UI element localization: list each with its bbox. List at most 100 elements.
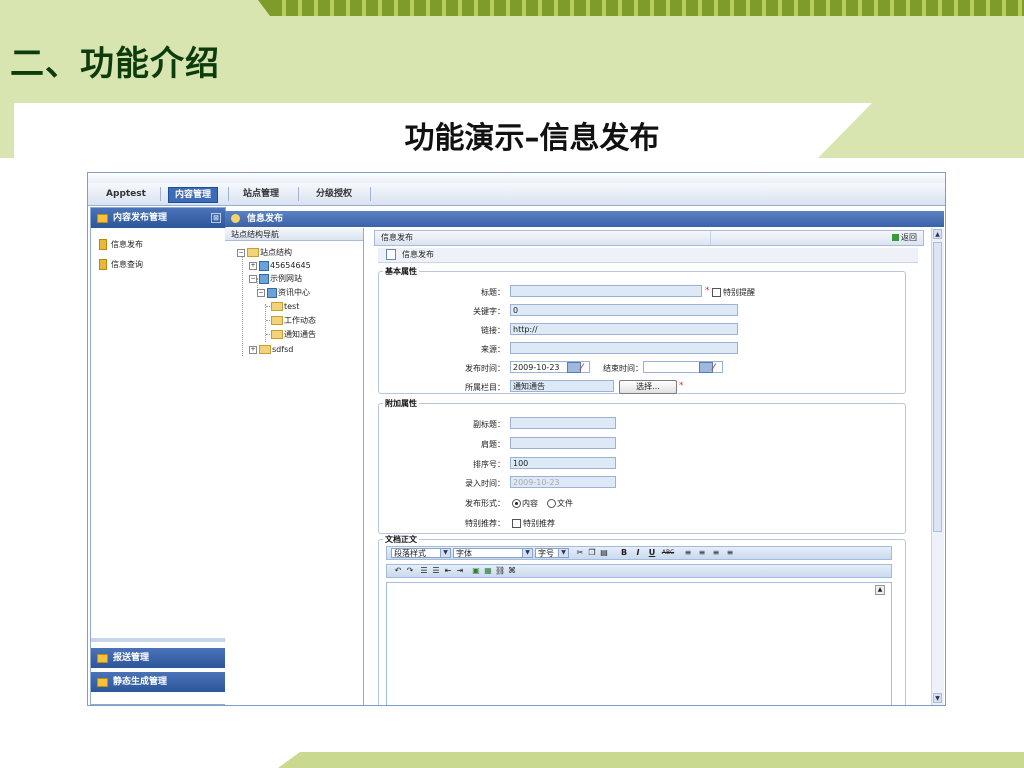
font-size-select[interactable]: 字号 ▼: [535, 548, 569, 558]
scrollbar-thumb[interactable]: [933, 242, 942, 532]
site-icon: [267, 287, 277, 298]
tree-node-column[interactable]: 通知通告: [271, 329, 316, 340]
nav-tab-site-management[interactable]: 站点管理: [236, 187, 286, 201]
site-icon: [259, 273, 269, 284]
publish-form-label: 发布形式：: [465, 499, 505, 508]
paragraph-style-select[interactable]: 段落样式 ▼: [391, 548, 451, 558]
slide-bottom-bar: [278, 752, 1024, 768]
publish-time-label: 发布时间：: [465, 364, 505, 373]
indent-icon[interactable]: ⇥: [455, 566, 465, 576]
sidebar-header-static-generation[interactable]: 静态生成管理: [91, 672, 225, 692]
column-input[interactable]: 通知通告: [510, 380, 614, 392]
font-select[interactable]: 字体 ▼: [453, 548, 533, 558]
undo-icon[interactable]: ↶: [393, 566, 403, 576]
sidebar-item-info-query[interactable]: 信息查询: [99, 258, 143, 272]
source-code-icon[interactable]: ⌘: [507, 566, 517, 576]
cut-icon[interactable]: ✂: [575, 548, 585, 558]
align-center-icon[interactable]: ≡: [697, 548, 707, 558]
tree-node-column[interactable]: 工作动态: [271, 315, 316, 326]
extra-properties-legend: 附加属性: [385, 399, 417, 408]
folder-icon: [271, 330, 283, 339]
entry-time-label: 录入时间：: [465, 479, 505, 488]
keywords-input[interactable]: 0: [510, 304, 738, 316]
editor-scroll-up-icon[interactable]: ▲: [875, 585, 885, 595]
vertical-scrollbar[interactable]: ▲ ▼: [931, 228, 944, 705]
strikethrough-button[interactable]: ABC: [661, 548, 675, 558]
end-time-label: 结束时间：: [603, 364, 643, 373]
top-nav-bar: Apptest 内容管理 站点管理 分级授权: [88, 183, 945, 206]
main-content: 信息发布 返回 信息发布 基本属性 标题： * 特别提醒 关键字： 0 链接： …: [364, 228, 931, 705]
order-label: 排序号：: [473, 460, 505, 469]
source-input[interactable]: [510, 342, 738, 354]
scroll-up-icon[interactable]: ▲: [933, 229, 942, 239]
ordered-list-icon[interactable]: ☰: [419, 566, 429, 576]
bold-button[interactable]: B: [619, 548, 629, 558]
nav-separator: [298, 187, 299, 201]
tree-node-channel[interactable]: − 资讯中心: [257, 287, 310, 298]
calendar-icon[interactable]: ⁄: [699, 362, 723, 373]
back-arrow-icon: [892, 234, 899, 241]
slide-subtitle: 功能演示–信息发布: [404, 121, 660, 156]
keywords-label: 关键字：: [473, 307, 505, 316]
publish-form-radio-file[interactable]: 文件: [547, 498, 573, 509]
radio-selected-icon: [512, 499, 521, 508]
radio-icon: [547, 499, 556, 508]
title-input[interactable]: [510, 285, 702, 297]
sidebar-header-report[interactable]: 报送管理: [91, 648, 225, 668]
rich-text-editor: 段落样式 ▼ 字体 ▼ 字号 ▼ ✂ ❐ ▤ B I U ABC ≡ ≡ ≡ ≡ ↶ …: [386, 546, 892, 705]
link-label: 链接：: [481, 326, 505, 335]
align-right-icon[interactable]: ≡: [711, 548, 721, 558]
editor-content-area[interactable]: ▲: [386, 582, 892, 705]
collapse-toggle-icon: −: [249, 274, 257, 283]
redo-icon[interactable]: ↷: [405, 566, 415, 576]
tree-node-root[interactable]: − 站点结构: [237, 247, 292, 258]
italic-button[interactable]: I: [633, 548, 643, 558]
nav-tab-apptest[interactable]: Apptest: [96, 187, 156, 201]
chevron-down-icon: ▼: [558, 549, 568, 557]
choose-column-button[interactable]: 选择...: [619, 380, 677, 394]
recommend-checkbox[interactable]: 特别推荐: [512, 518, 555, 529]
align-left-icon[interactable]: ≡: [683, 548, 693, 558]
order-input[interactable]: 100: [510, 457, 616, 469]
collapse-icon[interactable]: ⊠: [211, 213, 221, 223]
sidebar-splitter[interactable]: [91, 638, 225, 642]
nav-tab-content-management[interactable]: 内容管理: [168, 187, 218, 203]
tab-title[interactable]: 信息发布: [247, 211, 283, 227]
tree-node-site[interactable]: − 示例网站: [249, 273, 302, 284]
sidebar-item-info-publish[interactable]: 信息发布: [99, 238, 143, 252]
calendar-icon[interactable]: ⁄: [567, 362, 591, 373]
link-input[interactable]: http://: [510, 323, 738, 335]
subtitle-label: 副标题：: [473, 420, 505, 429]
folder-icon: [247, 248, 259, 257]
folder-icon: [97, 678, 108, 687]
pretitle-input[interactable]: [510, 437, 616, 449]
tree-node-column[interactable]: test: [271, 301, 299, 312]
insert-table-icon[interactable]: ▦: [483, 566, 493, 576]
justify-icon[interactable]: ≡: [725, 548, 735, 558]
basic-properties-legend: 基本属性: [385, 267, 417, 276]
copy-icon[interactable]: ❐: [587, 548, 597, 558]
sidebar-header-content-publish[interactable]: 内容发布管理 ⊠: [91, 208, 225, 228]
publish-form-radio-content[interactable]: 内容: [512, 498, 538, 509]
tab-icon: [231, 214, 240, 223]
source-label: 来源：: [481, 345, 505, 354]
content-tab-strip: 信息发布: [225, 211, 944, 227]
back-button[interactable]: 返回: [892, 231, 917, 245]
form-header: 信息发布: [378, 248, 918, 263]
insert-image-icon[interactable]: ▣: [471, 566, 481, 576]
unordered-list-icon[interactable]: ☰: [431, 566, 441, 576]
extra-properties-group: 附加属性 副标题： 肩题： 排序号： 100 录入时间： 2009-10-23 …: [378, 398, 906, 534]
underline-button[interactable]: U: [647, 548, 657, 558]
paste-icon[interactable]: ▤: [599, 548, 609, 558]
tree-node-site[interactable]: + sdfsd: [249, 344, 293, 355]
subtitle-input[interactable]: [510, 417, 616, 429]
slide-decorative-stripe: [258, 0, 1024, 16]
scroll-down-icon[interactable]: ▼: [933, 693, 942, 703]
pretitle-label: 肩题：: [481, 440, 505, 449]
nav-tab-authorization[interactable]: 分级授权: [306, 187, 362, 201]
outdent-icon[interactable]: ⇤: [443, 566, 453, 576]
tree-node-site[interactable]: +45654645: [249, 260, 311, 271]
checkbox-icon: [512, 519, 521, 528]
special-remind-checkbox[interactable]: 特别提醒: [712, 287, 755, 298]
insert-link-icon[interactable]: ⛓: [495, 566, 505, 576]
